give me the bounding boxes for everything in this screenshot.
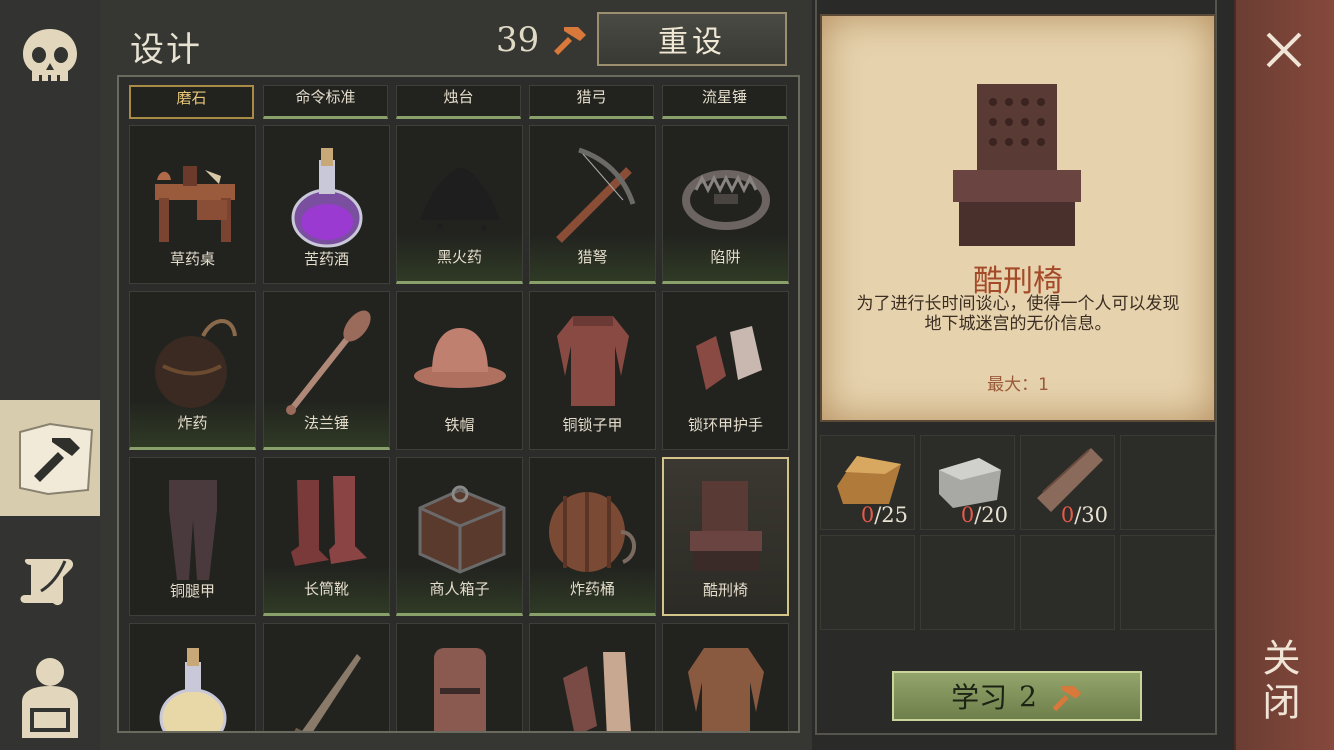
potion-icon [159, 648, 226, 731]
recipe-label: 猎弩 [577, 248, 608, 266]
great-helm-icon [433, 648, 486, 731]
recipe-cell-partial[interactable]: 磨石 [129, 85, 254, 119]
recipe-cell-partial[interactable]: 命令标准 [263, 85, 388, 119]
close-label[interactable]: 关闭 [1256, 638, 1306, 726]
recipe-cell[interactable] [263, 623, 390, 731]
hunting-crossbow-icon [555, 147, 635, 243]
bear-trap-icon [681, 170, 770, 230]
recipe-cell-partial[interactable]: 流星锤 [662, 85, 787, 119]
recipe-label: 苦药酒 [303, 250, 349, 268]
iron-helmet-icon [413, 328, 506, 388]
ingredient-slot-empty [920, 535, 1015, 630]
bomb-icon [154, 319, 237, 408]
recipe-label: 猎弓 [576, 88, 607, 106]
recipe-cell-partial[interactable]: 烛台 [396, 85, 521, 119]
learn-label: 学习 [951, 681, 1008, 714]
recipe-cell[interactable]: 炸药桶 [529, 457, 656, 616]
recipe-label: 磨石 [176, 89, 207, 107]
ingredient-slot[interactable]: 0/30 [1020, 435, 1115, 530]
ingredient-slot[interactable]: 0/25 [820, 435, 915, 530]
recipe-label: 锁环甲护手 [687, 416, 763, 434]
torture-chair-large-icon [953, 84, 1081, 246]
bitter-potion-icon [291, 148, 362, 248]
recipe-cell[interactable]: 商人箱子 [396, 457, 523, 616]
recipe-label: 长筒靴 [303, 580, 349, 598]
reset-button[interactable]: 重设 [597, 12, 787, 66]
scroll-quill-icon[interactable] [0, 530, 100, 630]
recipe-cell[interactable]: 铜锁子甲 [529, 291, 656, 450]
recipe-label: 炸药桶 [569, 580, 615, 598]
recipe-cell[interactable]: 法兰锤 [263, 291, 390, 450]
skull-icon[interactable] [0, 8, 100, 108]
recipe-label: 草药桌 [169, 250, 215, 268]
recipe-cell-selected[interactable]: 酷刑椅 [662, 457, 789, 616]
copper-greaves-icon [168, 480, 217, 580]
ingredient-slot[interactable]: 0/20 [920, 435, 1015, 530]
recipe-grid: 磨石 命令标准 烛台 猎弓 流星锤 草药桌 苦药酒 黑火药 猎弩 陷阱 炸药 法… [117, 75, 800, 733]
recipe-cell[interactable]: 猎弩 [529, 125, 656, 284]
close-icon[interactable] [1262, 28, 1306, 72]
scale-armor-icon [687, 648, 764, 731]
recipe-label: 炸药 [177, 414, 208, 432]
gunpowder-icon [419, 167, 500, 231]
recipe-cell-partial[interactable]: 猎弓 [529, 85, 654, 119]
craft-hammer-icon[interactable] [0, 400, 112, 516]
ingredient-slot-empty [820, 535, 915, 630]
recipe-cell[interactable]: 铜腿甲 [129, 457, 256, 616]
merchant-chest-icon [418, 485, 505, 574]
recipe-label: 法兰锤 [303, 414, 349, 432]
recipe-label: 陷阱 [710, 248, 741, 266]
learn-button[interactable]: 学习 2 [892, 671, 1142, 721]
chain-gauntlets-icon [695, 326, 762, 390]
recipe-cell[interactable]: 黑火药 [396, 125, 523, 284]
ingredient-qty: 0/20 [960, 503, 1008, 527]
recipe-cell[interactable]: 苦药酒 [263, 125, 390, 284]
left-nav [0, 0, 112, 750]
recipe-cell[interactable] [129, 623, 256, 731]
recipe-cell[interactable] [662, 623, 789, 731]
recipe-cell[interactable] [529, 623, 656, 731]
mail-gloves-icon [562, 652, 631, 731]
copper-chainmail-icon [556, 316, 629, 406]
page-title: 设计 [130, 30, 202, 70]
ingredient-qty: 0/25 [860, 503, 908, 527]
sword-icon [294, 654, 361, 731]
learn-cost: 2 [1019, 679, 1037, 713]
item-max: 最大：1 [987, 375, 1049, 395]
torture-chair-icon [689, 481, 762, 571]
ingredient-qty: 0/30 [1060, 503, 1108, 527]
item-description: 为了进行长时间谈心，使得一个人可以发现地下城迷宫的无价信息。 [856, 294, 1180, 334]
design-points: 39 [496, 20, 588, 60]
recipe-cell[interactable]: 铁帽 [396, 291, 523, 450]
recipe-label: 商人箱子 [429, 580, 490, 598]
recipe-label: 烛台 [443, 88, 474, 106]
ingredient-grid: 0/25 0/20 0/30 [818, 433, 1216, 633]
recipe-label: 铜腿甲 [169, 582, 215, 600]
character-backpack-icon[interactable] [0, 640, 100, 750]
recipe-cell[interactable]: 长筒靴 [263, 457, 390, 616]
detail-parchment [820, 14, 1216, 422]
recipe-cell[interactable]: 炸药 [129, 291, 256, 450]
herb-table-icon [154, 166, 235, 242]
recipe-cell[interactable]: 陷阱 [662, 125, 789, 284]
recipe-cell[interactable]: 锁环甲护手 [662, 291, 789, 450]
hammer-icon [1052, 686, 1082, 712]
ingredient-slot-empty [1020, 535, 1115, 630]
ingredient-slot-empty [1120, 435, 1215, 530]
recipe-label: 命令标准 [295, 88, 356, 106]
hammer-icon [554, 27, 587, 55]
design-points-value: 39 [496, 20, 540, 60]
tall-boots-icon [290, 476, 367, 566]
recipe-label: 黑火药 [436, 248, 482, 266]
recipe-label: 流星锤 [701, 88, 747, 106]
powder-keg-icon [548, 492, 636, 572]
recipe-cell[interactable] [396, 623, 523, 731]
recipe-cell[interactable]: 草药桌 [129, 125, 256, 284]
ingredient-slot-empty [1120, 535, 1215, 630]
recipe-label: 铁帽 [444, 416, 475, 434]
recipe-label: 酷刑椅 [702, 581, 748, 599]
recipe-label: 铜锁子甲 [562, 416, 623, 434]
flanged-mace-icon [285, 310, 371, 415]
